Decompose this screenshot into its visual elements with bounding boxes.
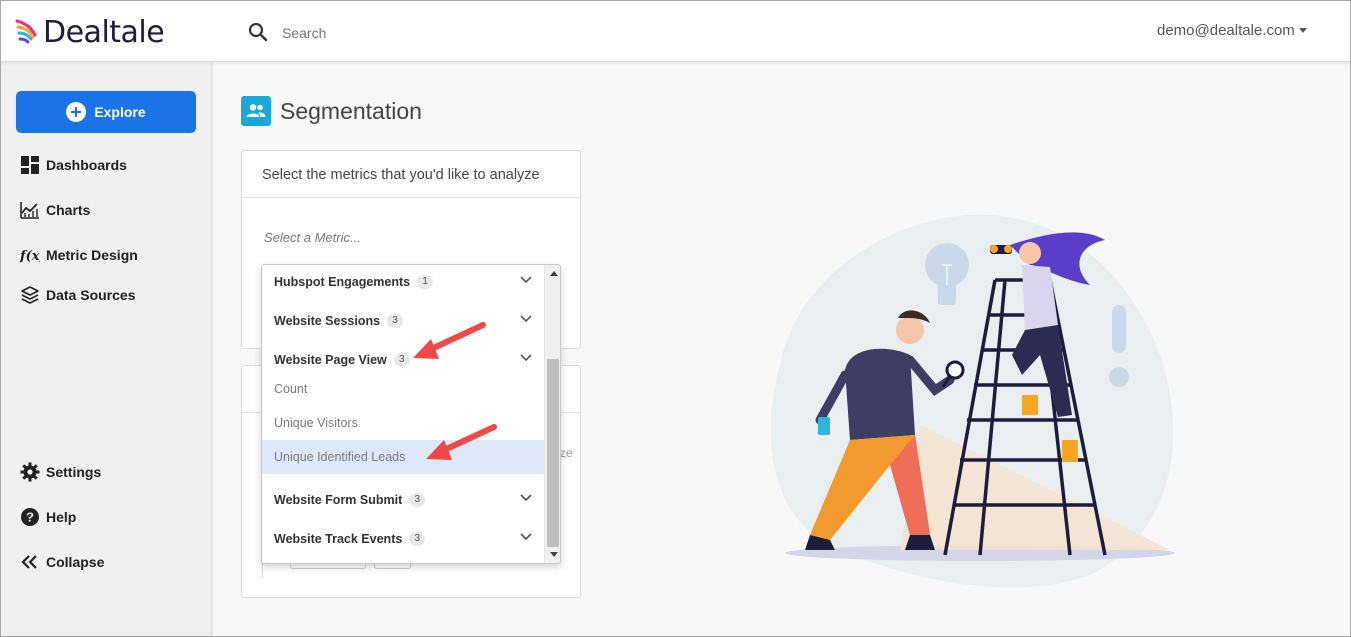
sidebar-item-label: Settings (46, 464, 102, 480)
chevron-down-icon[interactable] (520, 533, 532, 541)
gear-icon (20, 462, 40, 482)
option-label: Count (274, 382, 308, 396)
dropdown-group-hubspot-engagements[interactable]: Hubspot Engagements 1 (262, 265, 544, 299)
top-bar: Dealtale demo@dealtale.com (0, 0, 1351, 62)
truncated-text: ze (560, 446, 573, 460)
plus-circle-icon (66, 102, 87, 122)
group-label: Hubspot Engagements (274, 275, 411, 289)
metric-select[interactable]: Select a Metric... (264, 230, 361, 245)
search-input[interactable] (282, 22, 582, 44)
scrollbar-thumb[interactable] (547, 359, 559, 547)
metric-dropdown[interactable]: Hubspot Engagements 1 Website Sessions 3… (261, 264, 561, 564)
page-header: Segmentation (241, 96, 422, 126)
explore-button[interactable]: Explore (16, 91, 196, 133)
count-badge: 3 (393, 353, 410, 367)
sidebar-item-help[interactable]: ? Help (20, 507, 76, 527)
sidebar-item-charts[interactable]: Charts (20, 200, 90, 220)
chevron-down-icon[interactable] (520, 315, 532, 323)
user-email: demo@dealtale.com (1157, 22, 1295, 39)
logo[interactable]: Dealtale (15, 14, 165, 50)
chevron-down-icon[interactable] (520, 494, 532, 502)
sidebar-item-dashboards[interactable]: Dashboards (20, 155, 127, 175)
count-badge: 3 (409, 493, 426, 507)
chevron-down-icon[interactable] (520, 276, 532, 284)
svg-text:?: ? (26, 510, 34, 525)
scrollbar[interactable] (544, 265, 560, 563)
collapse-icon (20, 552, 40, 572)
sidebar-item-label: Metric Design (46, 247, 138, 263)
dropdown-option-unique-visitors[interactable]: Unique Visitors (262, 406, 544, 440)
dashboard-icon (20, 155, 40, 175)
dropdown-group-website-sessions[interactable]: Website Sessions 3 (262, 304, 544, 338)
sidebar-item-settings[interactable]: Settings (20, 462, 101, 482)
exclamation-icon (1109, 305, 1129, 387)
dropdown-group-website-form-submit[interactable]: Website Form Submit 3 (262, 483, 544, 517)
svg-text:f(x): f(x) (20, 249, 40, 264)
group-label: Website Track Events (274, 532, 403, 546)
chart-icon (20, 200, 40, 220)
chevron-down-icon[interactable] (520, 354, 532, 362)
help-icon: ? (20, 507, 40, 527)
metrics-card-heading: Select the metrics that you'd like to an… (242, 151, 580, 198)
sidebar-item-label: Data Sources (46, 287, 136, 303)
caret-down-icon (1298, 28, 1307, 33)
page-title: Segmentation (280, 97, 422, 124)
group-label: Website Sessions (274, 314, 381, 328)
sidebar-item-data-sources[interactable]: Data Sources (20, 285, 135, 305)
sidebar-item-label: Dashboards (46, 157, 127, 173)
group-label: Website Form Submit (274, 493, 403, 507)
count-badge: 3 (387, 314, 404, 328)
dropdown-option-unique-identified-leads[interactable]: Unique Identified Leads (262, 440, 544, 474)
option-label: Unique Visitors (274, 416, 358, 430)
sidebar-item-collapse[interactable]: Collapse (20, 552, 104, 572)
count-badge: 1 (417, 275, 434, 289)
layers-icon (20, 285, 40, 305)
count-badge: 3 (409, 532, 426, 546)
user-menu[interactable]: demo@dealtale.com (1157, 22, 1307, 39)
search-icon[interactable] (248, 22, 268, 42)
logo-text: Dealtale (43, 14, 165, 50)
sidebar-item-metric-design[interactable]: f(x) Metric Design (20, 245, 138, 265)
sidebar-item-label: Help (46, 509, 77, 525)
sidebar-item-label: Collapse (46, 554, 105, 570)
research-illustration (770, 214, 1175, 588)
scroll-up-icon[interactable] (550, 271, 558, 276)
function-icon: f(x) (20, 245, 40, 265)
sidebar-item-label: Charts (46, 202, 91, 218)
dropdown-option-count[interactable]: Count (262, 372, 544, 406)
explore-label: Explore (94, 104, 146, 120)
sidebar: Explore Dashboards Charts f(x) Metric De… (0, 62, 212, 637)
group-label: Website Page View (274, 353, 387, 367)
option-label: Unique Identified Leads (274, 450, 406, 464)
logo-icon (15, 19, 37, 44)
dropdown-group-website-track-events[interactable]: Website Track Events 3 (262, 522, 544, 556)
scroll-down-icon[interactable] (550, 552, 558, 557)
users-icon (241, 96, 271, 126)
